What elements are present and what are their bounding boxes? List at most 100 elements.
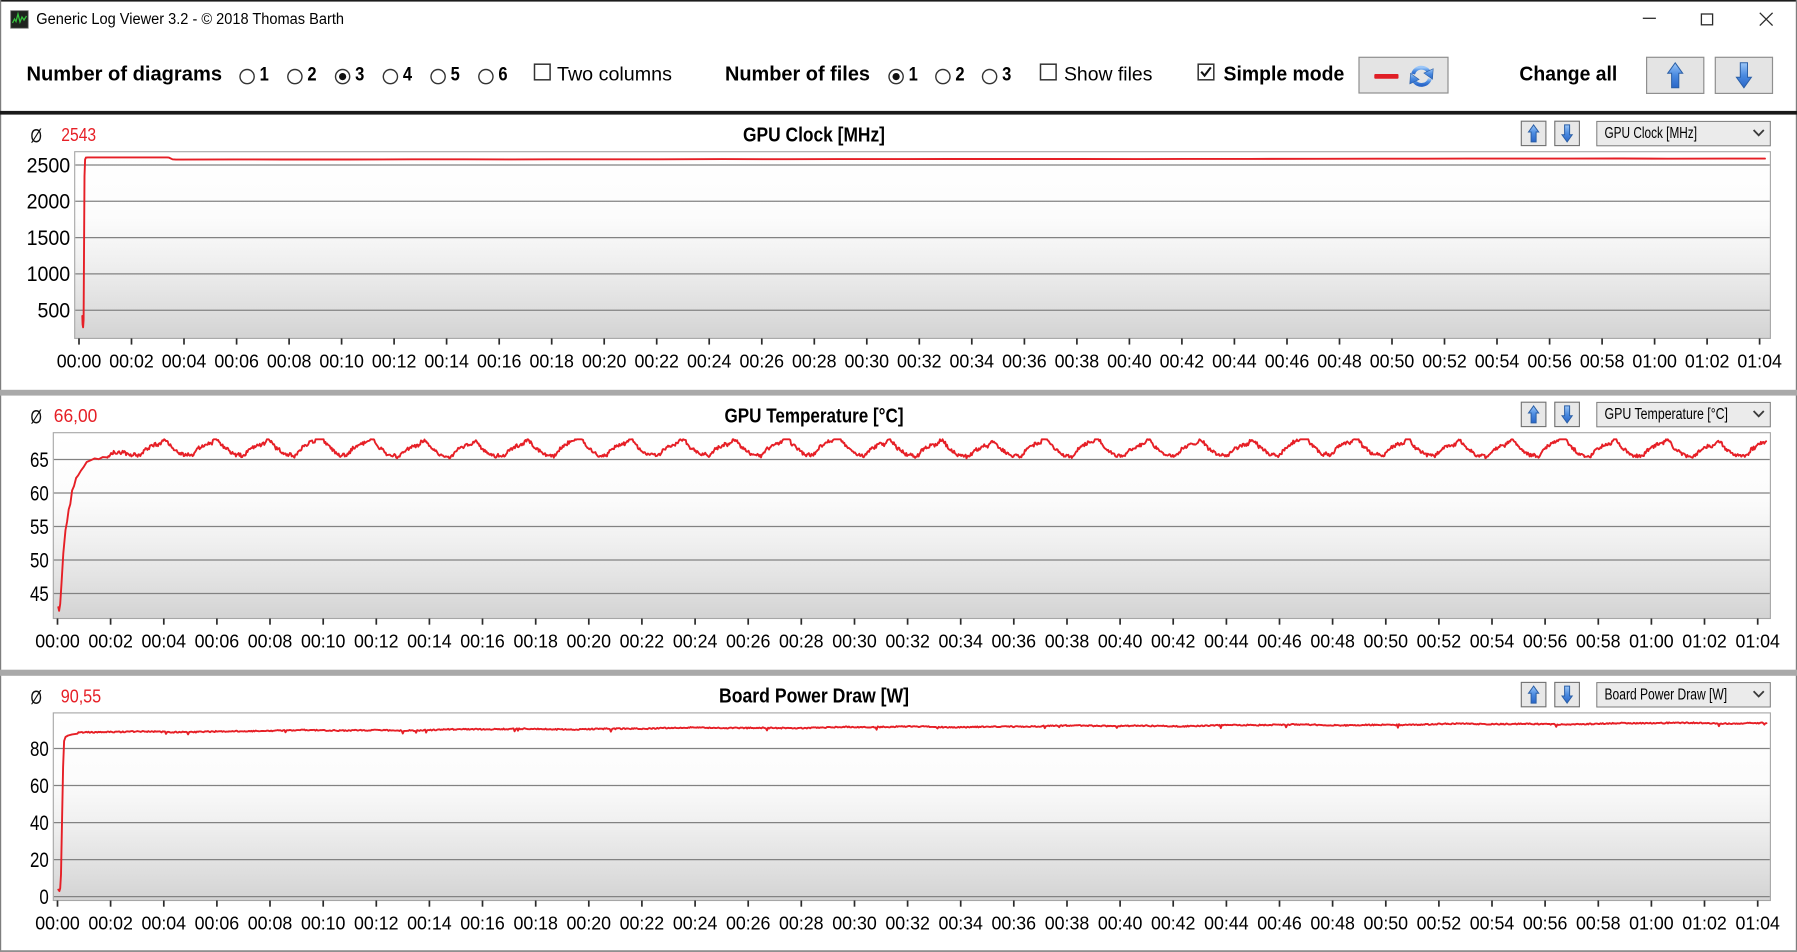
svg-text:00:56: 00:56	[1523, 913, 1568, 934]
svg-text:00:48: 00:48	[1310, 631, 1355, 652]
svg-text:00:08: 00:08	[248, 913, 293, 934]
svg-text:Change all: Change all	[1519, 64, 1617, 86]
svg-text:00:18: 00:18	[529, 350, 574, 371]
svg-text:00:24: 00:24	[687, 350, 732, 371]
svg-text:00:04: 00:04	[142, 631, 187, 652]
svg-text:2: 2	[955, 65, 964, 86]
svg-text:00:32: 00:32	[885, 913, 930, 934]
svg-text:01:04: 01:04	[1735, 631, 1780, 652]
svg-text:00:20: 00:20	[582, 350, 627, 371]
svg-text:Ø: Ø	[31, 126, 42, 148]
svg-text:Board Power Draw [W]: Board Power Draw [W]	[719, 686, 909, 708]
svg-text:01:00: 01:00	[1632, 350, 1677, 371]
svg-text:Two columns: Two columns	[557, 64, 672, 86]
svg-text:00:48: 00:48	[1317, 350, 1362, 371]
svg-text:66,00: 66,00	[54, 405, 98, 426]
svg-text:2500: 2500	[27, 154, 71, 177]
svg-text:1500: 1500	[27, 227, 71, 250]
svg-text:90,55: 90,55	[61, 685, 101, 706]
svg-text:00:06: 00:06	[214, 350, 259, 371]
svg-text:0: 0	[39, 886, 48, 909]
svg-text:00:10: 00:10	[319, 350, 364, 371]
svg-text:00:56: 00:56	[1527, 350, 1572, 371]
svg-text:00:10: 00:10	[301, 631, 346, 652]
svg-text:00:46: 00:46	[1257, 913, 1302, 934]
svg-text:00:30: 00:30	[832, 913, 877, 934]
svg-text:00:14: 00:14	[407, 913, 452, 934]
svg-text:00:08: 00:08	[248, 631, 293, 652]
svg-text:00:00: 00:00	[35, 631, 80, 652]
svg-text:00:00: 00:00	[35, 913, 80, 934]
svg-text:3: 3	[355, 65, 364, 86]
svg-text:01:04: 01:04	[1735, 913, 1780, 934]
svg-text:40: 40	[30, 812, 49, 835]
svg-text:00:12: 00:12	[354, 913, 399, 934]
svg-text:00:14: 00:14	[424, 350, 469, 371]
svg-text:00:08: 00:08	[267, 350, 312, 371]
svg-text:00:02: 00:02	[88, 913, 133, 934]
svg-text:00:56: 00:56	[1523, 631, 1568, 652]
svg-text:65: 65	[30, 449, 49, 472]
svg-text:00:30: 00:30	[832, 631, 877, 652]
svg-text:00:20: 00:20	[567, 631, 612, 652]
svg-text:Show files: Show files	[1064, 64, 1153, 86]
svg-text:01:02: 01:02	[1682, 631, 1727, 652]
svg-text:1000: 1000	[27, 263, 71, 286]
svg-text:00:50: 00:50	[1370, 350, 1415, 371]
svg-text:50: 50	[30, 549, 49, 572]
svg-text:1: 1	[909, 65, 919, 86]
svg-text:Ø: Ø	[31, 687, 42, 709]
svg-text:00:10: 00:10	[301, 913, 346, 934]
svg-text:Number of files: Number of files	[725, 64, 870, 86]
svg-text:00:02: 00:02	[88, 631, 133, 652]
svg-text:00:42: 00:42	[1160, 350, 1205, 371]
svg-text:00:06: 00:06	[195, 631, 240, 652]
svg-text:20: 20	[30, 849, 49, 872]
svg-text:00:58: 00:58	[1576, 631, 1621, 652]
svg-text:00:44: 00:44	[1204, 913, 1249, 934]
svg-text:01:02: 01:02	[1685, 350, 1730, 371]
svg-text:00:34: 00:34	[938, 631, 983, 652]
svg-text:01:00: 01:00	[1629, 913, 1674, 934]
svg-text:00:36: 00:36	[1002, 350, 1047, 371]
svg-text:00:54: 00:54	[1470, 913, 1515, 934]
svg-text:3: 3	[1002, 65, 1011, 86]
svg-text:60: 60	[30, 775, 49, 798]
svg-text:00:52: 00:52	[1422, 350, 1467, 371]
svg-text:00:24: 00:24	[673, 913, 718, 934]
svg-text:00:44: 00:44	[1204, 631, 1249, 652]
svg-text:00:04: 00:04	[162, 350, 207, 371]
svg-text:00:14: 00:14	[407, 631, 452, 652]
svg-text:00:42: 00:42	[1151, 913, 1196, 934]
svg-text:00:28: 00:28	[779, 631, 824, 652]
svg-text:Generic Log Viewer 3.2 - © 201: Generic Log Viewer 3.2 - © 2018 Thomas B…	[36, 11, 344, 28]
svg-text:00:26: 00:26	[726, 913, 771, 934]
svg-text:Board Power Draw [W]: Board Power Draw [W]	[1605, 686, 1728, 703]
svg-text:80: 80	[30, 738, 49, 761]
svg-text:55: 55	[30, 516, 49, 539]
svg-text:00:52: 00:52	[1417, 913, 1462, 934]
svg-text:2543: 2543	[61, 124, 96, 145]
svg-text:60: 60	[30, 482, 49, 505]
svg-text:1: 1	[260, 65, 270, 86]
svg-text:6: 6	[498, 65, 507, 86]
svg-text:00:28: 00:28	[779, 913, 824, 934]
svg-text:Ø: Ø	[31, 407, 42, 429]
svg-text:500: 500	[38, 300, 71, 323]
svg-text:45: 45	[30, 583, 49, 606]
svg-text:00:30: 00:30	[845, 350, 890, 371]
svg-text:00:36: 00:36	[992, 913, 1037, 934]
svg-text:00:42: 00:42	[1151, 631, 1196, 652]
svg-text:00:54: 00:54	[1475, 350, 1520, 371]
svg-text:00:16: 00:16	[460, 631, 505, 652]
svg-text:GPU Temperature [°C]: GPU Temperature [°C]	[1605, 406, 1729, 423]
svg-text:01:04: 01:04	[1737, 350, 1782, 371]
svg-text:00:44: 00:44	[1212, 350, 1257, 371]
svg-text:00:22: 00:22	[634, 350, 679, 371]
svg-text:00:52: 00:52	[1417, 631, 1462, 652]
svg-text:00:18: 00:18	[513, 631, 558, 652]
svg-text:00:24: 00:24	[673, 631, 718, 652]
svg-text:GPU Temperature [°C]: GPU Temperature [°C]	[725, 405, 904, 427]
svg-text:00:22: 00:22	[620, 913, 665, 934]
svg-text:00:06: 00:06	[195, 913, 240, 934]
